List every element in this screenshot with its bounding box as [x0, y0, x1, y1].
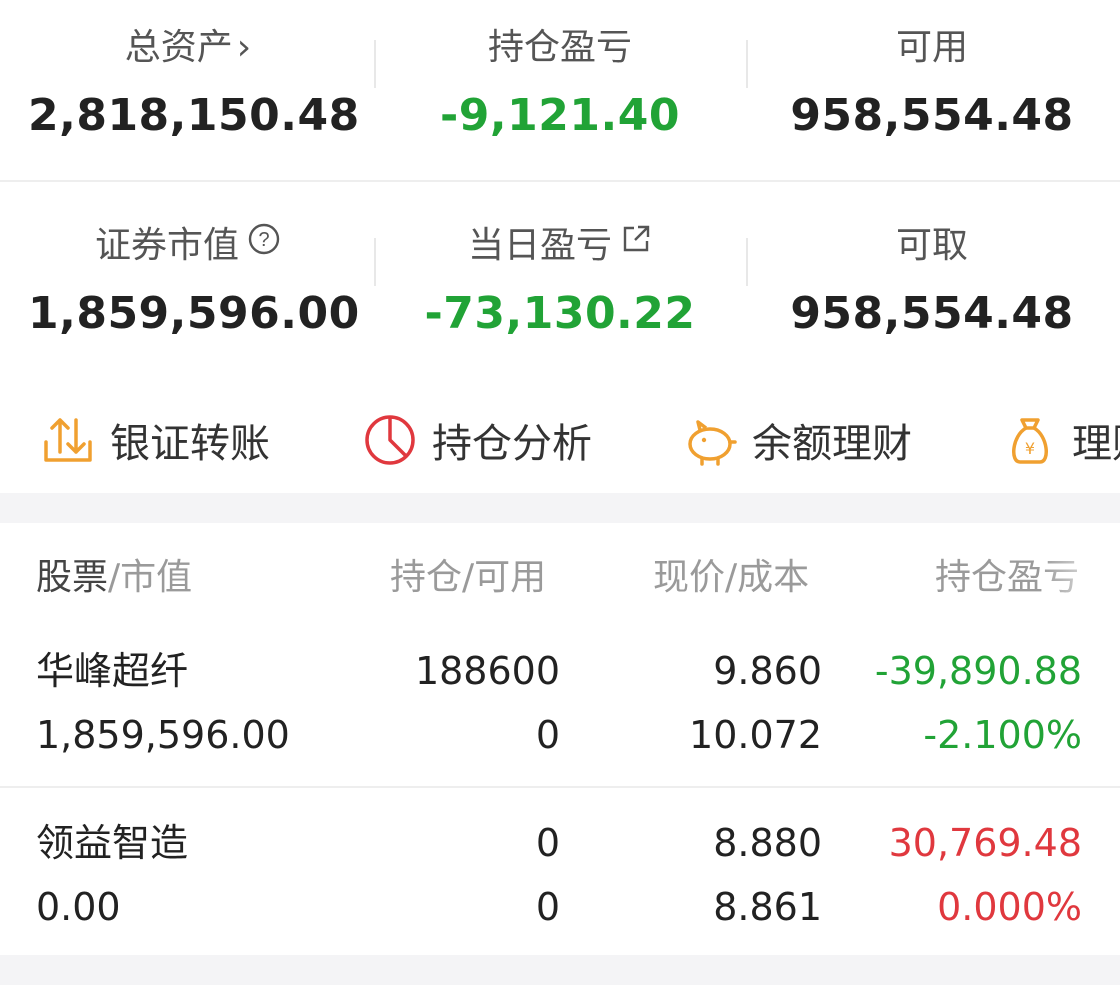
current-price: 9.860 — [713, 649, 822, 693]
header-position[interactable]: 持仓/可用 — [390, 548, 546, 600]
available-qty: 0 — [535, 713, 560, 757]
cost-price: 8.861 — [713, 885, 822, 929]
position-pnl: -39,890.88 — [874, 649, 1082, 693]
bottom-gap — [0, 955, 1120, 985]
total-assets-value: 2,818,150.48 — [28, 90, 360, 141]
position-pnl-cell: 持仓盈亏 -9,121.40 — [400, 26, 720, 142]
available-value: 958,554.48 — [790, 90, 1074, 141]
available-qty: 0 — [535, 885, 560, 929]
summary-divider — [0, 180, 1120, 182]
current-price: 8.880 — [713, 821, 822, 865]
cost-price: 10.072 — [689, 713, 822, 757]
header-stock[interactable]: 股票/市值 — [36, 548, 192, 600]
divider — [746, 40, 748, 88]
withdrawable-cell: 可取 958,554.48 — [772, 224, 1092, 340]
stock-market-value: 1,859,596.00 — [36, 713, 290, 757]
divider — [746, 238, 748, 286]
header-price[interactable]: 现价/成本 — [653, 548, 809, 600]
position-pnl-pct: 0.000% — [937, 885, 1082, 929]
bank-transfer-label: 银证转账 — [110, 421, 270, 467]
position-analysis-button[interactable]: 持仓分析 — [362, 405, 592, 475]
bank-transfer-button[interactable]: 银证转账 — [40, 405, 270, 475]
divider — [374, 40, 376, 88]
section-gap — [0, 493, 1120, 523]
stock-market-value: 0.00 — [36, 885, 121, 929]
row-divider — [0, 786, 1120, 788]
header-fade — [1040, 540, 1120, 600]
balance-finance-label: 余额理财 — [752, 421, 912, 467]
holdings-header: 股票/市值 持仓/可用 现价/成本 持仓盈亏 — [0, 548, 1120, 598]
piggy-bank-icon — [682, 412, 738, 468]
svg-text:?: ? — [258, 229, 269, 251]
withdrawable-label: 可取 — [895, 225, 968, 266]
available-label: 可用 — [895, 27, 968, 68]
available-cell: 可用 958,554.48 — [772, 26, 1092, 142]
position-pnl-value: -9,121.40 — [440, 90, 680, 141]
total-assets-cell[interactable]: 总资产 › 2,818,150.48 — [28, 26, 360, 142]
position-analysis-label: 持仓分析 — [432, 421, 592, 467]
daily-pnl-label: 当日盈亏 — [400, 224, 720, 268]
stock-name: 领益智造 — [36, 821, 189, 865]
divider — [374, 238, 376, 286]
daily-pnl-value: -73,130.22 — [424, 288, 696, 339]
total-assets-label: 总资产 › — [124, 27, 252, 68]
securities-value-label: 证券市值 ? — [28, 222, 348, 268]
table-row[interactable]: 华峰超纤 1,859,596.00 188600 0 9.860 10.072 … — [0, 648, 1120, 788]
daily-pnl-cell[interactable]: 当日盈亏 -73,130.22 — [400, 224, 720, 340]
table-row[interactable]: 领益智造 0.00 0 0 8.880 8.861 30,769.48 0.00… — [0, 820, 1120, 950]
position-pnl: 30,769.48 — [888, 821, 1082, 865]
finance-label: 理财 — [1072, 421, 1120, 467]
position-qty: 188600 — [414, 649, 560, 693]
position-pnl-label: 持仓盈亏 — [487, 27, 632, 68]
external-link-icon[interactable] — [620, 222, 652, 266]
help-icon[interactable]: ? — [247, 222, 281, 267]
action-bar: 银证转账 持仓分析 余额理财 ¥ 理财 — [0, 405, 1120, 475]
withdrawable-value: 958,554.48 — [790, 288, 1074, 339]
balance-finance-button[interactable]: 余额理财 — [682, 405, 912, 475]
stock-name: 华峰超纤 — [36, 649, 189, 693]
chevron-right-icon: › — [236, 27, 252, 68]
svg-text:¥: ¥ — [1025, 439, 1035, 458]
position-qty: 0 — [535, 821, 560, 865]
securities-value-value: 1,859,596.00 — [28, 288, 360, 339]
finance-button[interactable]: ¥ 理财 — [1002, 405, 1120, 475]
money-bag-icon: ¥ — [1002, 412, 1058, 468]
position-pnl-pct: -2.100% — [923, 713, 1082, 757]
transfer-icon — [40, 412, 96, 468]
securities-value-cell: 证券市值 ? 1,859,596.00 — [28, 222, 360, 340]
pie-chart-icon — [362, 412, 418, 468]
